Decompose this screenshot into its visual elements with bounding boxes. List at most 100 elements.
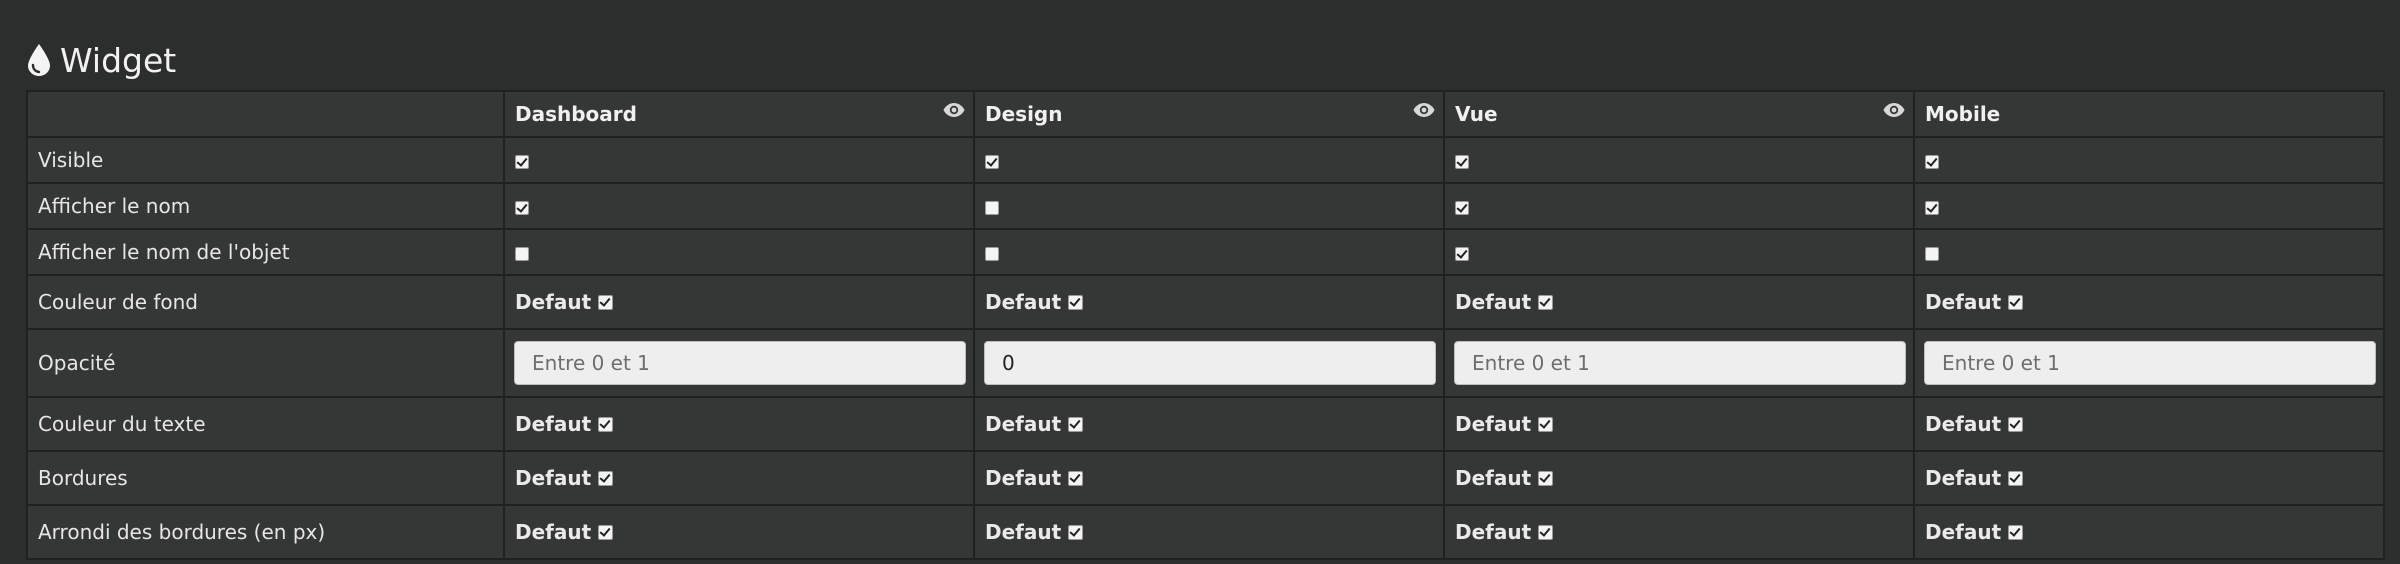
opacity-input-design[interactable]	[984, 341, 1436, 385]
cell-vue	[1443, 182, 1915, 230]
default-checkbox[interactable]	[598, 470, 614, 486]
visible-checkbox[interactable]	[515, 154, 529, 169]
cell-design	[973, 136, 1445, 184]
cell-design: Defaut	[973, 274, 1445, 330]
show-name-checkbox[interactable]	[1455, 200, 1469, 215]
row-label: Couleur de fond	[26, 274, 505, 330]
default-checkbox[interactable]	[2008, 524, 2024, 540]
default-label: Defaut	[1925, 290, 2002, 314]
default-toggle: Defaut	[1925, 290, 2024, 314]
cell-design: Defaut	[973, 450, 1445, 506]
opacity-input-dashboard[interactable]	[514, 341, 966, 385]
eye-icon[interactable]	[1413, 102, 1435, 118]
column-header-vue: Vue	[1443, 90, 1915, 138]
default-toggle: Defaut	[1455, 520, 1554, 544]
cell-mobile	[1913, 228, 2385, 276]
default-toggle: Defaut	[515, 412, 614, 436]
default-toggle: Defaut	[985, 520, 1084, 544]
default-checkbox[interactable]	[1068, 416, 1084, 432]
cell-design: Defaut	[973, 504, 1445, 560]
default-label: Defaut	[1455, 466, 1532, 490]
default-toggle: Defaut	[985, 290, 1084, 314]
default-checkbox[interactable]	[1538, 294, 1554, 310]
default-label: Defaut	[1925, 520, 2002, 544]
show-name-checkbox[interactable]	[515, 200, 529, 215]
widget-settings-page: Widget Dashboard Design Vue Mobile Visib…	[0, 0, 2400, 564]
default-checkbox[interactable]	[1068, 294, 1084, 310]
default-checkbox[interactable]	[598, 294, 614, 310]
default-toggle: Defaut	[1925, 412, 2024, 436]
default-checkbox[interactable]	[2008, 294, 2024, 310]
default-label: Defaut	[985, 412, 1062, 436]
cell-dashboard	[503, 328, 975, 398]
visible-checkbox[interactable]	[1925, 154, 1939, 169]
default-label: Defaut	[515, 520, 592, 544]
row-label: Bordures	[26, 450, 505, 506]
row-show-object-name: Afficher le nom de l'objet	[26, 228, 2385, 276]
default-checkbox[interactable]	[598, 524, 614, 540]
visible-checkbox[interactable]	[1455, 154, 1469, 169]
default-checkbox[interactable]	[1538, 470, 1554, 486]
default-label: Defaut	[1925, 412, 2002, 436]
cell-dashboard: Defaut	[503, 504, 975, 560]
row-label: Arrondi des bordures (en px)	[26, 504, 505, 560]
default-checkbox[interactable]	[2008, 416, 2024, 432]
row-border-radius: Arrondi des bordures (en px) Defaut Defa…	[26, 504, 2385, 560]
default-label: Defaut	[985, 520, 1062, 544]
column-header-label: Mobile	[1925, 102, 2001, 126]
cell-dashboard: Defaut	[503, 396, 975, 452]
cell-vue	[1443, 228, 1915, 276]
show-object-name-checkbox[interactable]	[1455, 246, 1469, 261]
eye-icon[interactable]	[943, 102, 965, 118]
show-name-checkbox[interactable]	[1925, 200, 1939, 215]
show-name-checkbox[interactable]	[985, 200, 999, 215]
row-label: Opacité	[26, 328, 505, 398]
opacity-input-vue[interactable]	[1454, 341, 1906, 385]
default-label: Defaut	[1455, 290, 1532, 314]
default-label: Defaut	[985, 290, 1062, 314]
show-object-name-checkbox[interactable]	[985, 246, 999, 261]
column-header-label: Vue	[1455, 102, 1498, 126]
eye-icon[interactable]	[1883, 102, 1905, 118]
cell-mobile: Defaut	[1913, 274, 2385, 330]
column-header-dashboard: Dashboard	[503, 90, 975, 138]
cell-vue: Defaut	[1443, 396, 1915, 452]
cell-design	[973, 182, 1445, 230]
visible-checkbox[interactable]	[985, 154, 999, 169]
default-label: Defaut	[515, 412, 592, 436]
header-empty-cell	[26, 90, 505, 138]
column-header-design: Design	[973, 90, 1445, 138]
column-header-label: Design	[985, 102, 1063, 126]
default-checkbox[interactable]	[1068, 524, 1084, 540]
default-label: Defaut	[1455, 412, 1532, 436]
default-toggle: Defaut	[515, 290, 614, 314]
default-checkbox[interactable]	[1068, 470, 1084, 486]
row-label: Couleur du texte	[26, 396, 505, 452]
default-toggle: Defaut	[515, 466, 614, 490]
cell-vue	[1443, 328, 1915, 398]
default-checkbox[interactable]	[2008, 470, 2024, 486]
cell-mobile	[1913, 328, 2385, 398]
default-toggle: Defaut	[1455, 290, 1554, 314]
default-toggle: Defaut	[1455, 412, 1554, 436]
row-background-color: Couleur de fond Defaut Defaut Defaut Def…	[26, 274, 2385, 330]
default-toggle: Defaut	[985, 466, 1084, 490]
cell-dashboard: Defaut	[503, 450, 975, 506]
cell-dashboard	[503, 182, 975, 230]
section-title-text: Widget	[60, 40, 177, 80]
cell-design	[973, 328, 1445, 398]
cell-dashboard	[503, 228, 975, 276]
default-checkbox[interactable]	[1538, 416, 1554, 432]
default-checkbox[interactable]	[598, 416, 614, 432]
default-checkbox[interactable]	[1538, 524, 1554, 540]
default-toggle: Defaut	[1455, 466, 1554, 490]
cell-vue: Defaut	[1443, 450, 1915, 506]
default-toggle: Defaut	[1925, 520, 2024, 544]
cell-design: Defaut	[973, 396, 1445, 452]
show-object-name-checkbox[interactable]	[515, 246, 529, 261]
show-object-name-checkbox[interactable]	[1925, 246, 1939, 261]
row-label: Visible	[26, 136, 505, 184]
opacity-input-mobile[interactable]	[1924, 341, 2376, 385]
droplet-icon	[26, 43, 52, 77]
row-opacity: Opacité	[26, 328, 2385, 398]
